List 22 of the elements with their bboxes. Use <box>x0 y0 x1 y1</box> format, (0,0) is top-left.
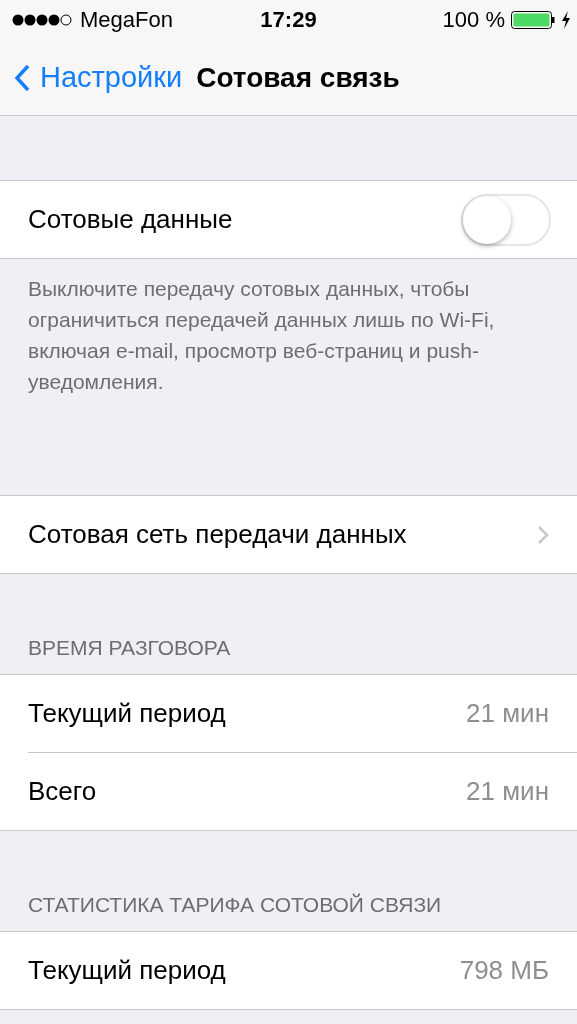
battery-icon <box>511 11 555 29</box>
section-header: ВРЕМЯ РАЗГОВОРА <box>28 636 231 660</box>
carrier-name: MegaFon <box>80 7 173 33</box>
row-value: 798 МБ <box>459 955 549 986</box>
status-time: 17:29 <box>260 7 317 33</box>
row-value: 21 мин <box>466 698 549 729</box>
row-label: Сотовые данные <box>28 204 233 235</box>
battery-percentage: 100 % <box>442 7 505 33</box>
back-button[interactable]: Настройки <box>14 61 183 94</box>
screen-title: Сотовая связь <box>196 61 400 94</box>
row-label: Текущий период <box>28 955 226 986</box>
section-header: СТАТИСТИКА ТАРИФА СОТОВОЙ СВЯЗИ <box>28 893 442 917</box>
chevron-icon <box>537 524 549 545</box>
section-footer-text: Выключите передачу сотовых данных, чтобы ограничиться передачей данных лишь по Wi-Fi, включая e-mail, просмотр веб-страниц и push-уведомления. <box>28 276 496 395</box>
toggle-switch[interactable] <box>461 193 551 246</box>
charging-bolt-icon <box>561 11 571 29</box>
row-value: 21 мин <box>466 776 549 807</box>
back-chevron-icon <box>14 63 30 92</box>
signal-strength-icon <box>12 14 72 26</box>
row-label: Сотовая сеть передачи данных <box>28 519 407 550</box>
row-label: Всего <box>28 776 97 807</box>
row-label: Текущий период <box>28 698 226 729</box>
